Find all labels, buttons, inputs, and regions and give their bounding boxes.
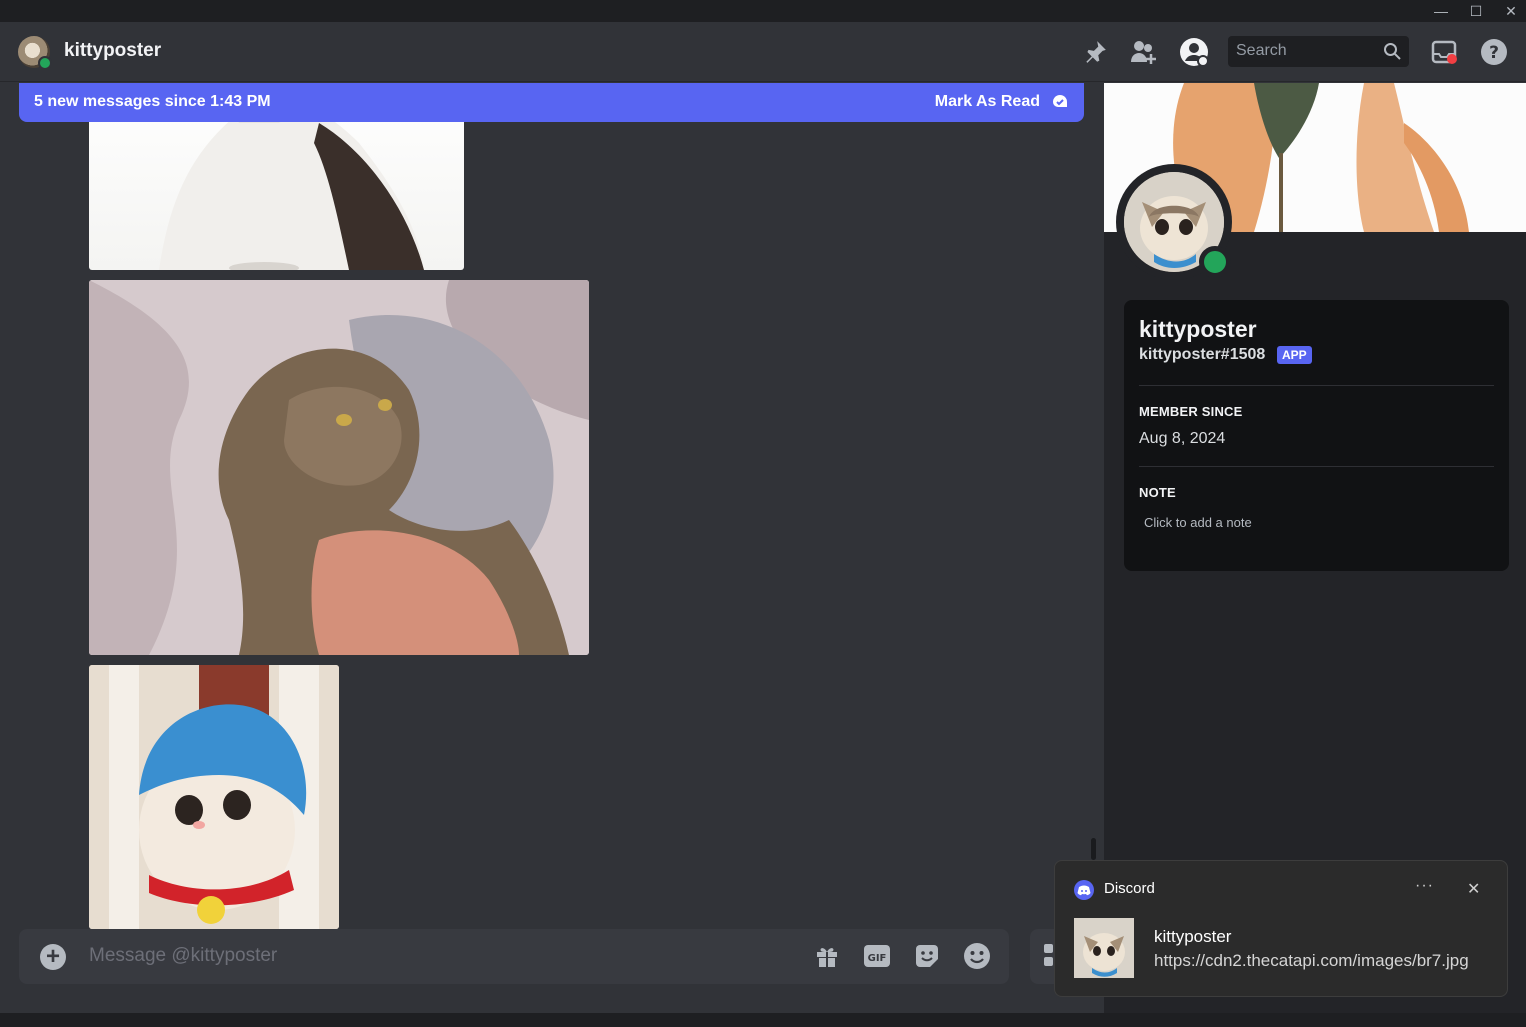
window-titlebar: — ☐ ✕ (0, 0, 1526, 22)
message-input[interactable]: Message @kittyposter (89, 945, 277, 967)
emoji-icon[interactable] (963, 942, 991, 970)
profile-display-name: kittyposter (1139, 316, 1257, 342)
svg-text:GIF: GIF (868, 953, 887, 964)
new-messages-banner[interactable]: 5 new messages since 1:43 PM Mark As Rea… (19, 83, 1084, 122)
dm-username[interactable]: kittyposter (64, 40, 161, 62)
new-messages-text: 5 new messages since 1:43 PM (34, 93, 271, 110)
search-icon (1383, 42, 1401, 65)
member-since-label: MEMBER SINCE (1139, 404, 1243, 419)
member-since-value: Aug 8, 2024 (1139, 430, 1226, 447)
add-friends-icon[interactable] (1128, 36, 1160, 68)
online-status-indicator (1199, 246, 1231, 278)
discord-logo-icon (1074, 880, 1094, 900)
divider (1139, 466, 1494, 467)
notification-image (1074, 918, 1134, 978)
app-badge: APP (1277, 346, 1312, 364)
upload-plus-button[interactable]: + (40, 944, 66, 970)
notification-more-button[interactable]: ··· (1415, 877, 1434, 895)
sticker-icon[interactable] (913, 942, 941, 970)
minimize-button[interactable]: — (1424, 0, 1458, 22)
profile-card: kittyposter kittyposter#1508 APP MEMBER … (1124, 300, 1509, 571)
mark-read-icon[interactable] (1050, 92, 1070, 117)
svg-text:?: ? (1489, 43, 1499, 63)
message-composer[interactable]: + Message @kittyposter GIF (19, 929, 1009, 984)
pin-icon[interactable] (1079, 36, 1111, 68)
search-placeholder: Search (1236, 42, 1287, 59)
search-input[interactable]: Search (1228, 36, 1409, 67)
profile-username-tag: kittyposter#1508 (1139, 346, 1266, 363)
taskbar-edge (0, 1013, 1526, 1027)
mark-as-read-button[interactable]: Mark As Read (935, 93, 1040, 111)
scrollbar-thumb[interactable] (1091, 838, 1096, 860)
divider (1139, 385, 1494, 386)
note-input[interactable]: Click to add a note (1144, 515, 1252, 530)
user-profile-icon[interactable] (1178, 36, 1210, 68)
notification-close-button[interactable]: ✕ (1467, 879, 1480, 899)
note-label: NOTE (1139, 485, 1176, 500)
notification-body: https://cdn2.thecatapi.com/images/br7.jp… (1154, 951, 1469, 970)
notification-app-name: Discord (1104, 880, 1155, 897)
maximize-button[interactable]: ☐ (1459, 0, 1493, 22)
gift-icon[interactable] (813, 942, 841, 970)
cat-image-3[interactable] (89, 665, 339, 929)
inbox-icon[interactable] (1428, 36, 1460, 68)
online-status-indicator (38, 56, 52, 70)
close-window-button[interactable]: ✕ (1494, 0, 1526, 22)
message-list[interactable]: 5 new messages since 1:43 PM Mark As Rea… (0, 83, 1086, 1013)
cat-image-2[interactable] (89, 280, 589, 655)
gif-icon[interactable]: GIF (863, 942, 891, 970)
notification-title: kittyposter (1154, 927, 1232, 946)
channel-header: kittyposter Search ? (0, 22, 1526, 82)
help-icon[interactable]: ? (1478, 36, 1510, 68)
notification-toast[interactable]: Discord ··· ✕ kittyposter https://cdn2.t… (1054, 860, 1508, 997)
